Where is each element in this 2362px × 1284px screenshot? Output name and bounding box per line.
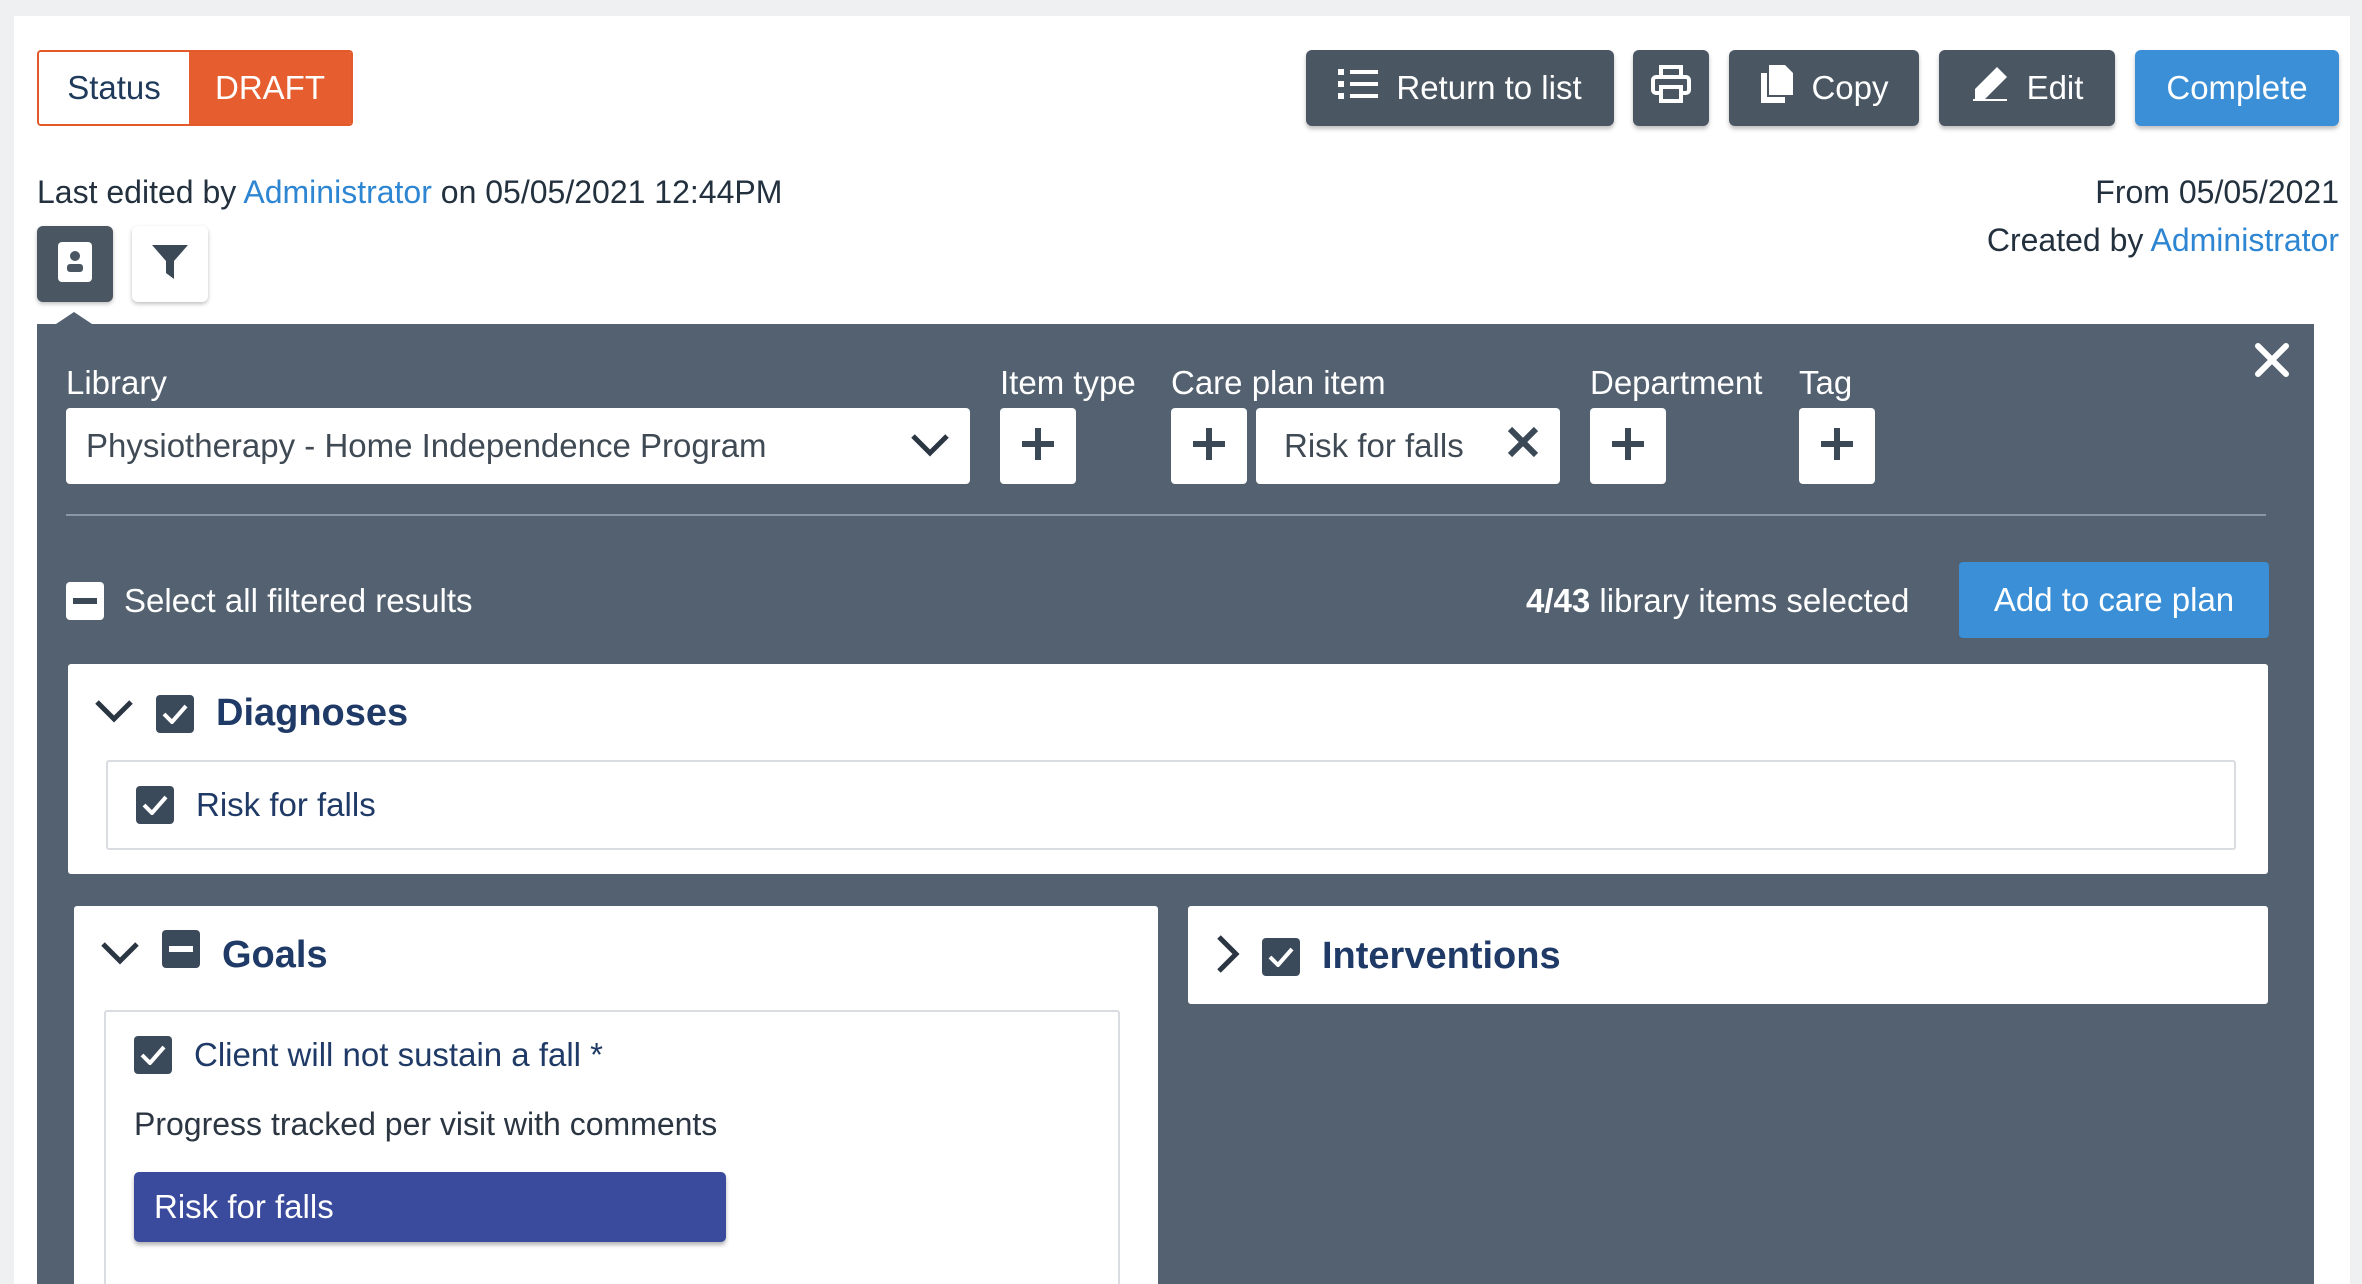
created-by-user-link[interactable]: Administrator xyxy=(2151,222,2340,258)
last-edited-user-link[interactable]: Administrator xyxy=(243,174,432,210)
chevron-down-icon xyxy=(910,427,950,465)
department-label: Department xyxy=(1590,364,1763,401)
goal-tag-badge: Risk for falls xyxy=(134,1172,726,1242)
goal-item-title: Client will not sustain a fall * xyxy=(194,1036,604,1073)
diagnoses-title: Diagnoses xyxy=(216,692,409,734)
goal-item-description: Progress tracked per visit with comments xyxy=(134,1106,718,1142)
complete-label: Complete xyxy=(2166,69,2308,106)
plus-icon xyxy=(1018,424,1058,469)
chevron-down-icon[interactable] xyxy=(100,941,140,970)
chevron-right-icon[interactable] xyxy=(1216,934,1240,979)
last-edited-prefix: Last edited by xyxy=(37,174,237,210)
select-all-label: Select all filtered results xyxy=(124,582,473,619)
created-by-prefix: Created by xyxy=(1986,222,2144,258)
status-value: DRAFT xyxy=(189,52,351,124)
status-badge: Status DRAFT xyxy=(37,50,353,126)
filter-icon xyxy=(150,243,190,286)
edit-button[interactable]: Edit xyxy=(1939,50,2115,126)
complete-button[interactable]: Complete xyxy=(2135,50,2339,126)
tag-label: Tag xyxy=(1799,364,1853,401)
print-button[interactable] xyxy=(1633,50,1709,126)
library-select[interactable]: Physiotherapy - Home Independence Progra… xyxy=(66,408,970,484)
interventions-header[interactable]: Interventions xyxy=(1216,934,1561,979)
plus-icon xyxy=(1817,424,1857,469)
copy-button[interactable]: Copy xyxy=(1729,50,1919,126)
add-to-care-plan-button[interactable]: Add to care plan xyxy=(1959,562,2269,638)
add-department-button[interactable] xyxy=(1590,408,1666,484)
item-type-label: Item type xyxy=(1000,364,1136,401)
created-by-line: Created by Administrator xyxy=(1987,222,2339,259)
indeterminate-checkbox-icon[interactable] xyxy=(162,929,200,968)
goal-item: Client will not sustain a fall * Progres… xyxy=(104,1010,1120,1284)
add-tag-button[interactable] xyxy=(1799,408,1875,484)
care-plan-item-chip: Risk for falls xyxy=(1256,408,1560,484)
library-label: Library xyxy=(66,364,167,401)
chevron-down-icon[interactable] xyxy=(94,699,134,728)
select-all-row[interactable]: Select all filtered results xyxy=(66,582,472,620)
interventions-title: Interventions xyxy=(1322,935,1561,977)
return-to-list-button[interactable]: Return to list xyxy=(1306,50,1614,126)
contact-book-icon xyxy=(58,241,92,287)
last-edited-line: Last edited by Administrator on 05/05/20… xyxy=(37,174,782,211)
diagnoses-header[interactable]: Diagnoses xyxy=(94,692,408,735)
goals-card: Goals Client will not sustain a fall * P… xyxy=(74,906,1158,1284)
checkbox-checked-icon[interactable] xyxy=(134,1036,172,1074)
close-icon xyxy=(2254,343,2290,382)
diagnosis-item: Risk for falls xyxy=(106,760,2236,850)
checkbox-checked-icon[interactable] xyxy=(136,786,174,824)
last-edited-date: on 05/05/2021 12:44PM xyxy=(440,174,783,210)
pencil-icon xyxy=(1971,65,2009,111)
status-label: Status xyxy=(39,52,189,124)
diagnosis-item-row[interactable]: Risk for falls xyxy=(136,786,376,824)
goal-item-row[interactable]: Client will not sustain a fall * xyxy=(134,1036,603,1074)
checkbox-checked-icon[interactable] xyxy=(1262,937,1300,976)
selection-count: 4/43 library items selected xyxy=(1526,582,1909,620)
diagnosis-item-label: Risk for falls xyxy=(196,786,376,823)
selection-count-suffix: library items selected xyxy=(1599,582,1910,619)
plus-icon xyxy=(1608,424,1648,469)
indeterminate-checkbox-icon[interactable] xyxy=(66,582,104,620)
close-panel-button[interactable] xyxy=(2254,342,2290,383)
plus-icon xyxy=(1189,424,1229,469)
copy-icon xyxy=(1759,65,1794,111)
add-item-type-button[interactable] xyxy=(1000,408,1076,484)
panel-divider xyxy=(66,514,2266,516)
goals-title: Goals xyxy=(222,934,328,976)
interventions-card: Interventions xyxy=(1188,906,2268,1004)
return-to-list-label: Return to list xyxy=(1396,69,1582,106)
selection-count-value: 4/43 xyxy=(1526,582,1591,619)
add-care-plan-item-button[interactable] xyxy=(1171,408,1247,484)
library-select-value: Physiotherapy - Home Independence Progra… xyxy=(86,427,767,464)
edit-label: Edit xyxy=(2026,69,2084,106)
diagnoses-card: Diagnoses Risk for falls xyxy=(68,664,2268,874)
remove-chip-icon[interactable] xyxy=(1506,425,1540,467)
checkbox-checked-icon[interactable] xyxy=(156,694,194,733)
goals-header[interactable]: Goals xyxy=(100,929,328,977)
care-plan-page: Status DRAFT Return to list Copy Edit Co… xyxy=(14,16,2350,1284)
filter-button[interactable] xyxy=(132,226,208,302)
print-icon xyxy=(1651,65,1691,111)
copy-label: Copy xyxy=(1811,69,1889,106)
care-plan-item-chip-label: Risk for falls xyxy=(1284,427,1464,464)
list-icon xyxy=(1338,67,1379,109)
from-date: From 05/05/2021 xyxy=(2095,174,2339,210)
care-plan-item-label: Care plan item xyxy=(1171,364,1386,401)
library-view-button[interactable] xyxy=(37,226,113,302)
